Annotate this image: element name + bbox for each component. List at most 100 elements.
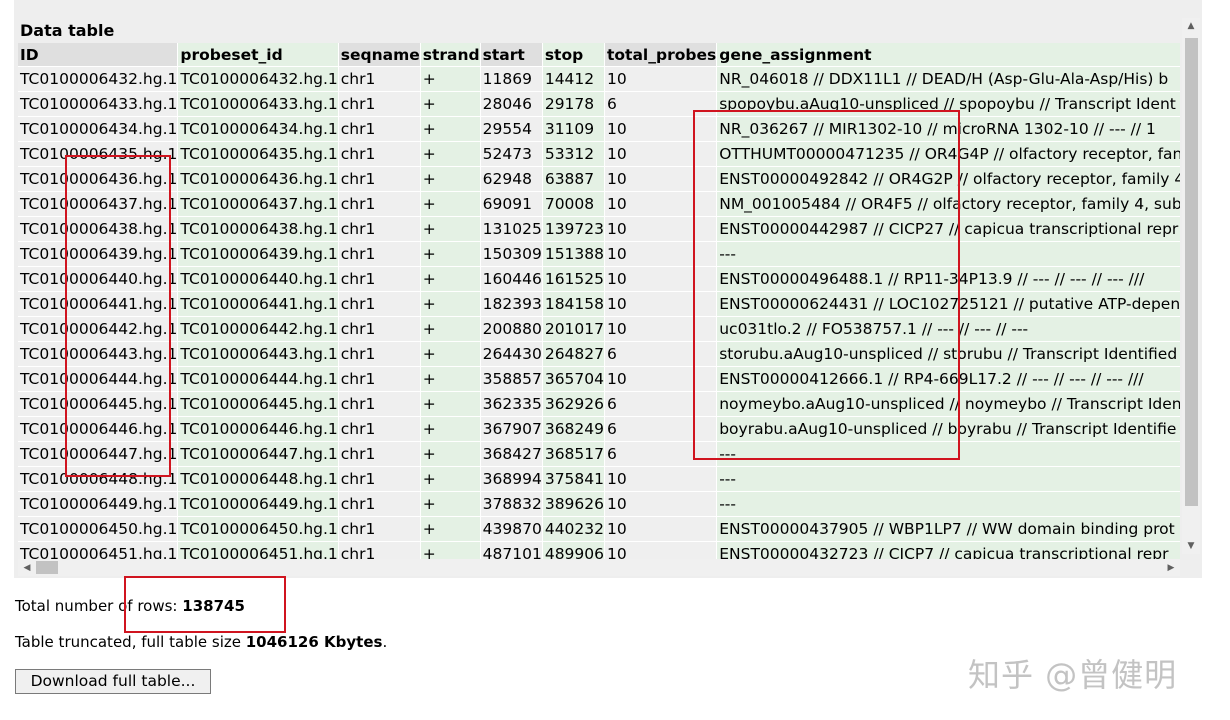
column-header-probeset-id[interactable]: probeset_id <box>178 43 338 67</box>
cell-start: 52473 <box>480 142 542 167</box>
scroll-right-arrow-icon[interactable]: ▶ <box>1162 562 1180 574</box>
cell-probeset-id: TC0100006435.hg.1 <box>178 142 338 167</box>
column-header-seqname[interactable]: seqname <box>338 43 420 67</box>
cell-seqname: chr1 <box>338 392 420 417</box>
table-row: TC0100006448.hg.1 TC0100006448.hg.1 chr1 +3… <box>18 467 1180 492</box>
cell-stop: 440232 <box>542 517 604 542</box>
table-size-value: 1046126 Kbytes <box>245 633 383 651</box>
cell-seqname: chr1 <box>338 167 420 192</box>
cell-seqname: chr1 <box>338 442 420 467</box>
cell-start: 200880 <box>480 317 542 342</box>
table-row: TC0100006449.hg.1 TC0100006449.hg.1 chr1 +3… <box>18 492 1180 517</box>
cell-stop: 389626 <box>542 492 604 517</box>
cell-start: 368994 <box>480 467 542 492</box>
column-header-stop[interactable]: stop <box>542 43 604 67</box>
cell-strand: + <box>420 417 480 442</box>
table-row: TC0100006445.hg.1 TC0100006445.hg.1 chr1 +3… <box>18 392 1180 417</box>
cell-start: 367907 <box>480 417 542 442</box>
vertical-scroll-thumb[interactable] <box>1185 38 1198 506</box>
cell-gene-assignment: NR_046018 // DDX11L1 // DEAD/H (Asp-Glu-… <box>717 67 1180 92</box>
cell-probeset-id: TC0100006440.hg.1 <box>178 267 338 292</box>
horizontal-scrollbar[interactable]: ◀ ▶ <box>18 559 1180 576</box>
cell-gene-assignment: ENST00000432723 // CICP7 // capicua tran… <box>717 542 1180 559</box>
cell-id: TC0100006450.hg.1 <box>18 517 178 542</box>
cell-strand: + <box>420 342 480 367</box>
cell-start: 62948 <box>480 167 542 192</box>
download-full-table-button[interactable]: Download full table... <box>15 669 211 694</box>
cell-strand: + <box>420 517 480 542</box>
cell-stop: 368517 <box>542 442 604 467</box>
panel-title: Data table <box>20 21 115 40</box>
cell-strand: + <box>420 192 480 217</box>
cell-strand: + <box>420 467 480 492</box>
cell-start: 160446 <box>480 267 542 292</box>
cell-gene-assignment: --- <box>717 467 1180 492</box>
cell-seqname: chr1 <box>338 142 420 167</box>
table-row: TC0100006442.hg.1 TC0100006442.hg.1 chr1 +2… <box>18 317 1180 342</box>
cell-total-probes: 10 <box>605 467 717 492</box>
cell-strand: + <box>420 542 480 559</box>
scroll-up-arrow-icon[interactable]: ▲ <box>1182 20 1200 32</box>
cell-strand: + <box>420 292 480 317</box>
cell-stop: 29178 <box>542 92 604 117</box>
column-header-total-probes[interactable]: total_probes <box>605 43 717 67</box>
scroll-down-arrow-icon[interactable]: ▼ <box>1182 540 1200 552</box>
cell-start: 368427 <box>480 442 542 467</box>
cell-strand: + <box>420 242 480 267</box>
cell-stop: 201017 <box>542 317 604 342</box>
vertical-scrollbar[interactable]: ▲ ▼ <box>1182 18 1200 554</box>
cell-probeset-id: TC0100006443.hg.1 <box>178 342 338 367</box>
cell-stop: 151388 <box>542 242 604 267</box>
cell-total-probes: 10 <box>605 517 717 542</box>
table-row: TC0100006450.hg.1 TC0100006450.hg.1 chr1 +4… <box>18 517 1180 542</box>
cell-probeset-id: TC0100006439.hg.1 <box>178 242 338 267</box>
cell-start: 150309 <box>480 242 542 267</box>
cell-stop: 365704 <box>542 367 604 392</box>
cell-seqname: chr1 <box>338 67 420 92</box>
table-row: TC0100006434.hg.1 TC0100006434.hg.1 chr1 +2… <box>18 117 1180 142</box>
watermark-text: 知乎 @曾健明 <box>968 656 1178 694</box>
cell-stop: 489906 <box>542 542 604 559</box>
column-header-start[interactable]: start <box>480 43 542 67</box>
cell-stop: 368249 <box>542 417 604 442</box>
cell-id: TC0100006449.hg.1 <box>18 492 178 517</box>
cell-probeset-id: TC0100006446.hg.1 <box>178 417 338 442</box>
cell-gene-assignment: --- <box>717 492 1180 517</box>
data-table: ID probeset_id seqname strand start stop… <box>18 43 1180 559</box>
cell-strand: + <box>420 92 480 117</box>
cell-probeset-id: TC0100006448.hg.1 <box>178 467 338 492</box>
cell-probeset-id: TC0100006436.hg.1 <box>178 167 338 192</box>
table-row: TC0100006447.hg.1 TC0100006447.hg.1 chr1 +3… <box>18 442 1180 467</box>
cell-seqname: chr1 <box>338 292 420 317</box>
cell-seqname: chr1 <box>338 542 420 559</box>
table-truncated-line: Table truncated, full table size 1046126… <box>15 633 387 651</box>
cell-stop: 375841 <box>542 467 604 492</box>
column-header-gene-assignment[interactable]: gene_assignment <box>717 43 1180 67</box>
cell-start: 264430 <box>480 342 542 367</box>
cell-start: 439870 <box>480 517 542 542</box>
column-header-id[interactable]: ID <box>18 43 178 67</box>
cell-start: 29554 <box>480 117 542 142</box>
highlight-box-total-rows <box>124 576 286 633</box>
cell-seqname: chr1 <box>338 117 420 142</box>
cell-probeset-id: TC0100006441.hg.1 <box>178 292 338 317</box>
cell-seqname: chr1 <box>338 367 420 392</box>
table-row: TC0100006444.hg.1 TC0100006444.hg.1 chr1 +3… <box>18 367 1180 392</box>
cell-strand: + <box>420 167 480 192</box>
horizontal-scroll-thumb[interactable] <box>36 561 58 574</box>
cell-probeset-id: TC0100006444.hg.1 <box>178 367 338 392</box>
cell-stop: 70008 <box>542 192 604 217</box>
cell-total-probes: 10 <box>605 492 717 517</box>
table-row: TC0100006441.hg.1 TC0100006441.hg.1 chr1 +1… <box>18 292 1180 317</box>
header-row: ID probeset_id seqname strand start stop… <box>18 43 1180 67</box>
cell-strand: + <box>420 67 480 92</box>
cell-probeset-id: TC0100006433.hg.1 <box>178 92 338 117</box>
highlight-box-id-column <box>65 155 171 477</box>
column-header-strand[interactable]: strand <box>420 43 480 67</box>
scroll-left-arrow-icon[interactable]: ◀ <box>18 562 36 574</box>
cell-start: 358857 <box>480 367 542 392</box>
table-row: TC0100006451.hg.1 TC0100006451.hg.1 chr1 +4… <box>18 542 1180 559</box>
cell-total-probes: 10 <box>605 542 717 559</box>
cell-probeset-id: TC0100006447.hg.1 <box>178 442 338 467</box>
table-row: TC0100006438.hg.1 TC0100006438.hg.1 chr1 +1… <box>18 217 1180 242</box>
